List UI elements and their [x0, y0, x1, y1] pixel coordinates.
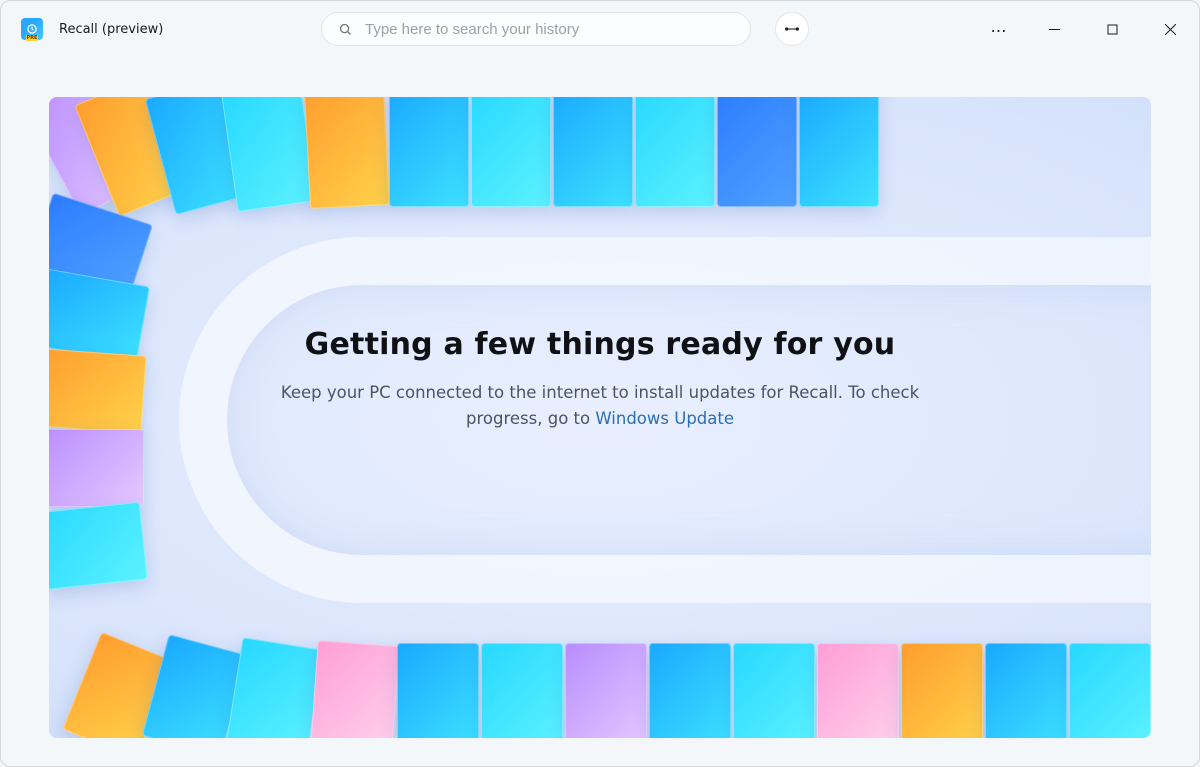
app-title: Recall (preview) — [59, 22, 163, 37]
decorative-panel — [1069, 643, 1151, 738]
setup-message: Getting a few things ready for you Keep … — [260, 327, 940, 431]
decorative-panel — [49, 502, 148, 591]
decorative-panel — [649, 643, 731, 738]
timeline-icon — [784, 23, 800, 35]
decorative-panel — [799, 97, 879, 207]
decorative-panel — [565, 643, 647, 738]
titlebar: Recall (preview) ⋯ — [1, 1, 1199, 57]
timeline-button[interactable] — [775, 12, 809, 46]
decorative-panel — [481, 643, 563, 738]
close-icon — [1165, 24, 1176, 35]
decorative-panel — [397, 643, 479, 738]
content-area: Getting a few things ready for you Keep … — [1, 57, 1199, 766]
close-button[interactable] — [1147, 13, 1193, 45]
decorative-panel — [733, 643, 815, 738]
more-button[interactable]: ⋯ — [973, 13, 1019, 45]
decorative-panel — [221, 97, 317, 212]
minimize-button[interactable] — [1031, 13, 1077, 45]
recall-app-icon — [21, 18, 43, 40]
decorative-panel — [985, 643, 1067, 738]
decorative-panel — [49, 429, 144, 507]
decorative-panel — [817, 643, 899, 738]
decorative-panel — [717, 97, 797, 207]
search-field[interactable] — [321, 12, 751, 46]
setup-heading: Getting a few things ready for you — [260, 327, 940, 362]
hero-card: Getting a few things ready for you Keep … — [49, 97, 1151, 738]
decorative-panel — [304, 97, 390, 209]
decorative-panel — [553, 97, 633, 207]
decorative-panel — [310, 640, 399, 738]
maximize-icon — [1107, 24, 1118, 35]
decorative-panel — [389, 97, 469, 207]
minimize-icon — [1049, 24, 1060, 35]
decorative-panel — [49, 348, 147, 433]
more-icon: ⋯ — [991, 24, 1002, 35]
decorative-panel — [901, 643, 983, 738]
maximize-button[interactable] — [1089, 13, 1135, 45]
setup-body: Keep your PC connected to the internet t… — [260, 380, 940, 431]
windows-update-link[interactable]: Windows Update — [595, 409, 734, 428]
decorative-panel — [226, 637, 323, 738]
search-input[interactable] — [365, 21, 734, 38]
decorative-panel — [635, 97, 715, 207]
search-icon — [338, 22, 353, 37]
decorative-panel — [471, 97, 551, 207]
